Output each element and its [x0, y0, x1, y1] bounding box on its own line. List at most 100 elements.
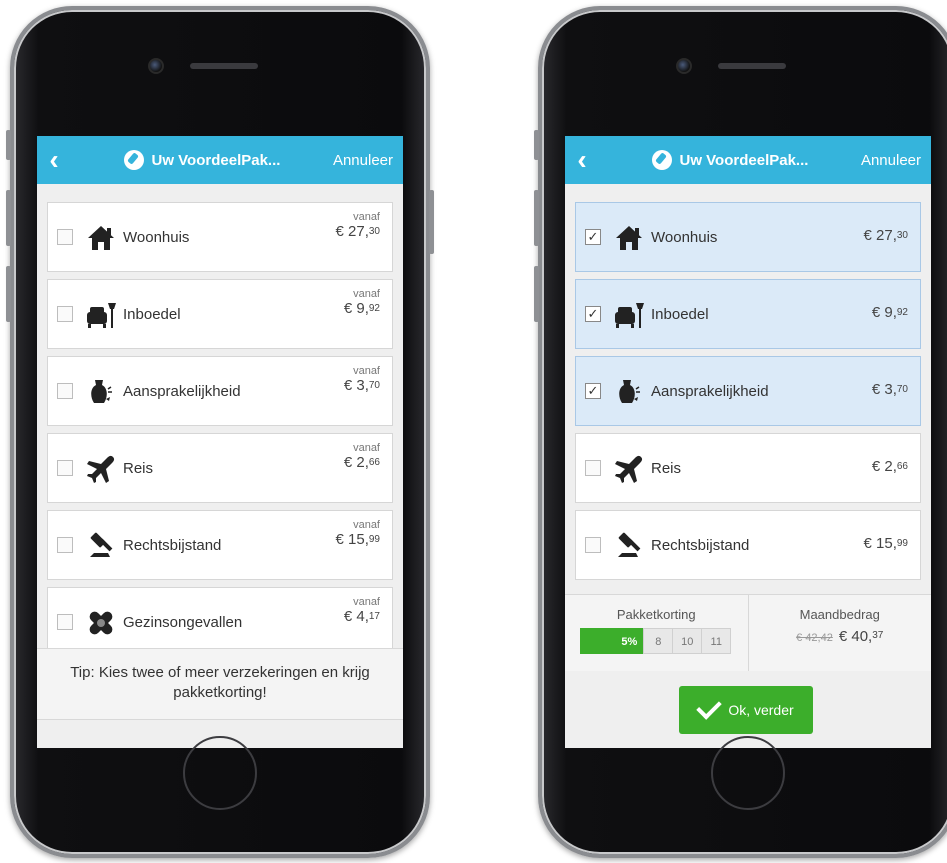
- discount-levels: 5% 8 10 11: [565, 628, 748, 654]
- camera-icon: [676, 58, 692, 74]
- price-main: € 4,: [343, 608, 369, 625]
- price-cents: 92: [368, 303, 380, 314]
- checkbox[interactable]: [57, 229, 73, 245]
- checkbox[interactable]: [57, 306, 73, 322]
- discount-level: 8: [643, 628, 674, 654]
- price-main: € 27,: [335, 223, 369, 240]
- airplane-icon: [612, 452, 646, 486]
- list-item[interactable]: ✓ Aansprakelijkheid € 3,70: [575, 356, 921, 426]
- price: vanaf € 9,92: [344, 288, 380, 317]
- list-item[interactable]: Woonhuis vanaf € 27,30: [47, 202, 393, 272]
- ok-button-label: Ok, verder: [728, 702, 794, 718]
- back-button[interactable]: ‹: [565, 136, 599, 184]
- insurance-list: ✓ Woonhuis € 27,30 ✓ Inboedel € 9,92 ✓ A…: [565, 184, 931, 580]
- cancel-button[interactable]: Annuleer: [333, 152, 403, 169]
- volume-up-button: [534, 190, 539, 246]
- price-cents: 99: [896, 538, 908, 549]
- checkbox[interactable]: [57, 460, 73, 476]
- item-label: Aansprakelijkheid: [651, 383, 769, 400]
- price-main: € 2,: [343, 454, 369, 471]
- item-label: Reis: [123, 460, 154, 477]
- bandage-icon: [84, 606, 118, 640]
- tip-banner: Tip: Kies twee of meer verzekeringen en …: [37, 648, 403, 720]
- armchair-lamp-icon: [84, 298, 118, 332]
- price: € 15,99: [864, 535, 909, 552]
- checkbox[interactable]: [57, 537, 73, 553]
- house-icon: [612, 221, 646, 255]
- price-cents: 92: [896, 307, 908, 318]
- list-item[interactable]: Gezinsongevallen vanaf € 4,17: [47, 587, 393, 657]
- price: € 9,92: [872, 304, 908, 321]
- phone-frame-right: ‹ Uw VoordeelPak... Annuleer ✓ Woonhuis …: [534, 6, 947, 858]
- monthly-label: Maandbedrag: [799, 607, 880, 622]
- price-cents: 30: [896, 230, 908, 241]
- item-label: Inboedel: [123, 306, 181, 323]
- mute-switch: [534, 130, 539, 160]
- broken-vase-icon: [612, 375, 646, 409]
- vanaf-label: vanaf: [353, 596, 380, 608]
- item-label: Rechtsbijstand: [123, 537, 222, 554]
- price-main: € 3,: [871, 381, 897, 398]
- volume-up-button: [6, 190, 11, 246]
- app-screen-left: ‹ Uw VoordeelPak... Annuleer Woonhuis va…: [37, 136, 403, 748]
- price-main: € 2,: [871, 458, 897, 475]
- mute-switch: [6, 130, 11, 160]
- discount-level: 11: [701, 628, 732, 654]
- volume-down-button: [6, 266, 11, 322]
- discount-label: Pakketkorting: [616, 607, 696, 622]
- insurance-list: Woonhuis vanaf € 27,30 Inboedel vanaf € …: [37, 184, 403, 657]
- price-cents: 17: [368, 611, 380, 622]
- checkbox-checked[interactable]: ✓: [585, 383, 601, 399]
- item-label: Gezinsongevallen: [123, 614, 243, 631]
- page-title-text: Uw VoordeelPak...: [679, 151, 809, 169]
- price: vanaf € 27,30: [336, 211, 381, 240]
- airplane-icon: [84, 452, 118, 486]
- checkbox[interactable]: [585, 537, 601, 553]
- ok-continue-button[interactable]: Ok, verder: [679, 686, 813, 734]
- price-main: € 15,: [335, 531, 369, 548]
- page-title-text: Uw VoordeelPak...: [151, 151, 281, 169]
- checkmark-icon: [696, 694, 723, 720]
- house-icon: [84, 221, 118, 255]
- home-button: [711, 736, 785, 810]
- package-discount: Pakketkorting 5% 8 10 11: [565, 595, 748, 671]
- vanaf-label: vanaf: [353, 365, 380, 377]
- list-item[interactable]: Rechtsbijstand vanaf € 15,99: [47, 510, 393, 580]
- price-cents: 70: [896, 384, 908, 395]
- list-item[interactable]: Inboedel vanaf € 9,92: [47, 279, 393, 349]
- list-item[interactable]: ✓ Woonhuis € 27,30: [575, 202, 921, 272]
- vanaf-label: vanaf: [353, 211, 380, 223]
- app-screen-right: ‹ Uw VoordeelPak... Annuleer ✓ Woonhuis …: [565, 136, 931, 748]
- price: € 2,66: [872, 458, 908, 475]
- price-main: € 27,: [863, 227, 897, 244]
- price: vanaf € 15,99: [336, 519, 381, 548]
- item-label: Reis: [651, 460, 682, 477]
- price: € 27,30: [864, 227, 909, 244]
- price: vanaf € 2,66: [344, 442, 380, 471]
- price: vanaf € 4,17: [344, 596, 380, 625]
- gavel-icon: [84, 529, 118, 563]
- price: vanaf € 3,70: [344, 365, 380, 394]
- checkbox[interactable]: [57, 383, 73, 399]
- price-cents: 99: [368, 534, 380, 545]
- checkbox-checked[interactable]: ✓: [585, 306, 601, 322]
- vanaf-label: vanaf: [353, 288, 380, 300]
- checkbox[interactable]: [585, 460, 601, 476]
- back-button[interactable]: ‹: [37, 136, 71, 184]
- price-main: € 3,: [343, 377, 369, 394]
- checkbox[interactable]: [57, 614, 73, 630]
- checkbox-checked[interactable]: ✓: [585, 229, 601, 245]
- item-label: Woonhuis: [651, 229, 718, 246]
- list-item[interactable]: Reis vanaf € 2,66: [47, 433, 393, 503]
- page-title: Uw VoordeelPak...: [71, 150, 333, 170]
- list-item[interactable]: Reis € 2,66: [575, 433, 921, 503]
- summary-bar: Pakketkorting 5% 8 10 11 Maandbedrag € 4…: [565, 594, 931, 671]
- list-item[interactable]: Aansprakelijkheid vanaf € 3,70: [47, 356, 393, 426]
- price-main: € 9,: [343, 300, 369, 317]
- item-label: Rechtsbijstand: [651, 537, 750, 554]
- list-item[interactable]: ✓ Inboedel € 9,92: [575, 279, 921, 349]
- page-title: Uw VoordeelPak...: [599, 150, 861, 170]
- phone-frame-left: ‹ Uw VoordeelPak... Annuleer Woonhuis va…: [6, 6, 434, 858]
- list-item[interactable]: Rechtsbijstand € 15,99: [575, 510, 921, 580]
- cancel-button[interactable]: Annuleer: [861, 152, 931, 169]
